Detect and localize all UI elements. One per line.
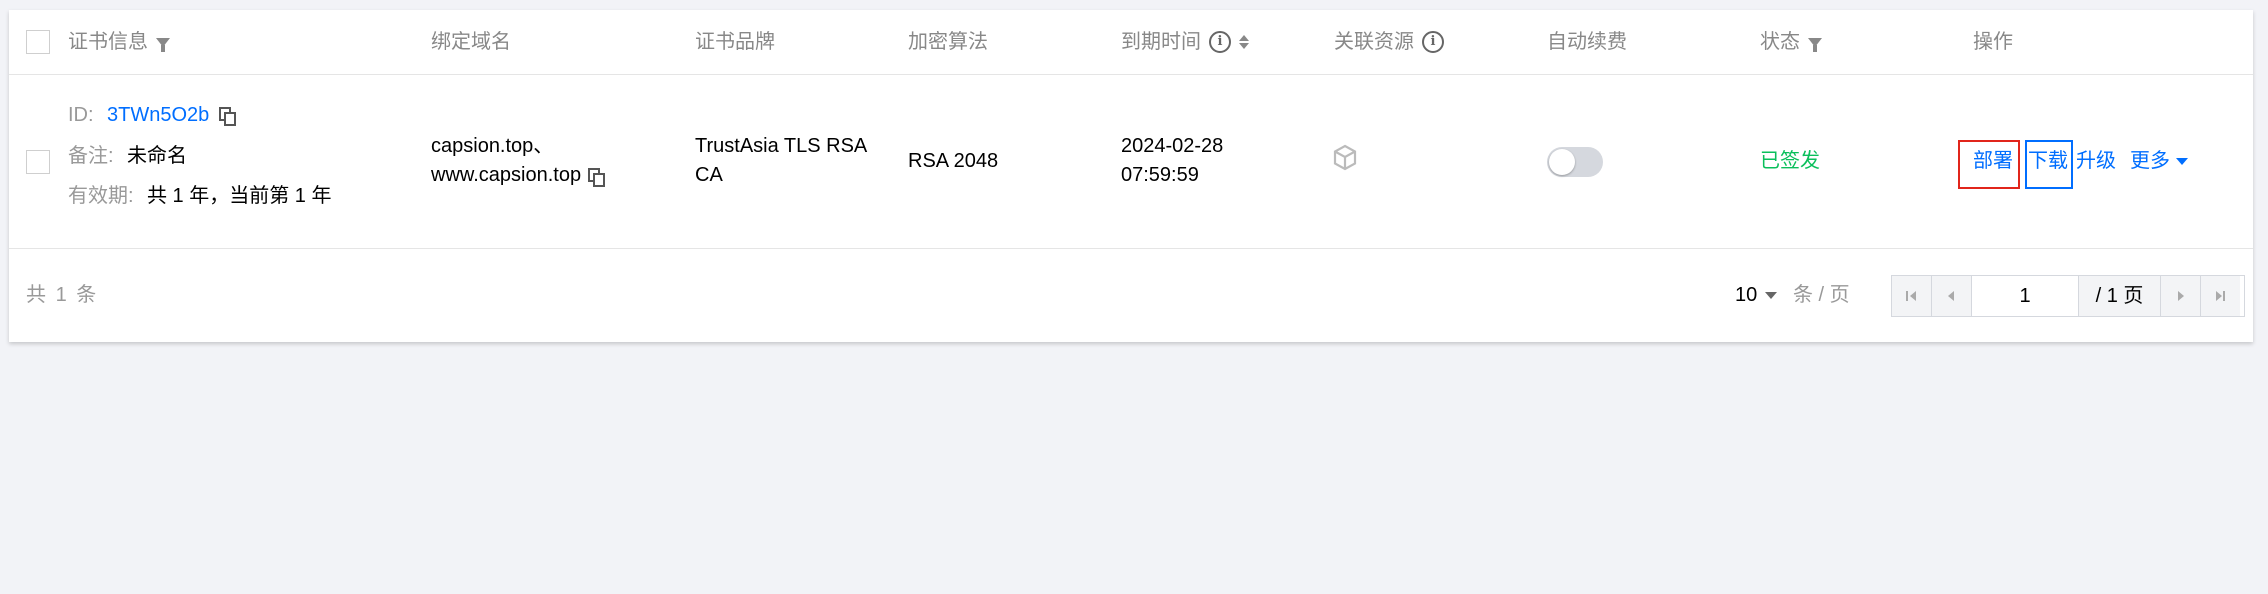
chevron-right-icon [2178,291,2184,301]
last-page-button[interactable] [2200,276,2240,316]
page-number-input[interactable]: 1 [1972,276,2079,316]
col-domain-label: 绑定域名 [431,31,511,53]
certificate-table-card: 证书信息 绑定域名 证书品牌 加密算法 到期时间 i 关联资源 i 自动续费 状… [9,10,2253,342]
col-domain: 绑定域名 [431,10,511,74]
prev-page-button[interactable] [1932,276,1972,316]
col-brand-label: 证书品牌 [695,31,775,53]
chevron-down-icon [2176,158,2188,165]
more-label: 更多 [2130,150,2170,172]
col-algorithm: 加密算法 [908,10,988,74]
deploy-button[interactable]: 部署 [1973,147,2013,176]
remark-value: 未命名 [127,145,187,167]
more-dropdown[interactable]: 更多 [2130,147,2188,176]
col-brand: 证书品牌 [695,10,775,74]
id-label: ID: [68,104,94,126]
info-icon[interactable]: i [1422,31,1444,53]
select-all-checkbox[interactable] [26,30,50,54]
total-pages: / 1 页 [2079,276,2160,316]
first-page-icon [1906,291,1908,301]
first-page-button[interactable] [1892,276,1932,316]
copy-icon[interactable] [588,168,605,187]
chevron-down-icon [1765,292,1778,299]
table-row: ID: 3TWn5O2b 备注: 未命名 有效期: 共 1 年，当前第 1 年 … [9,75,2253,249]
algorithm-value: RSA 2048 [908,150,999,172]
table-header: 证书信息 绑定域名 证书品牌 加密算法 到期时间 i 关联资源 i 自动续费 状… [9,10,2253,75]
table-footer: 共 1 条 10 条 / 页 1 / 1 页 [9,249,2253,342]
page-size-unit: 条 / 页 [1793,284,1850,306]
col-auto-renew: 自动续费 [1547,10,1627,74]
domain-line-2: www.capsion.top [431,164,582,186]
total-count: 共 1 条 [26,281,96,310]
pagination: 1 / 1 页 [1891,275,2245,317]
col-actions: 操作 [1973,10,2013,74]
col-status: 状态 [1760,10,1822,74]
cube-resource-icon[interactable] [1332,144,1358,172]
copy-icon[interactable] [219,107,236,126]
toggle-knob [1549,149,1575,175]
filter-icon[interactable] [1808,37,1822,52]
col-resources-label: 关联资源 [1334,31,1414,53]
total-number: 1 [55,284,67,306]
download-button[interactable]: 下载 [2028,147,2068,176]
col-cert-info-label: 证书信息 [68,31,148,53]
chevron-left-icon [1948,291,1954,301]
domain-line-1: capsion.top、 [431,135,554,157]
last-page-icon [2216,291,2222,301]
total-suffix: 条 [76,284,97,306]
validity-label: 有效期: [68,185,134,207]
validity-value: 共 1 年，当前第 1 年 [147,185,332,207]
col-status-label: 状态 [1760,31,1800,53]
auto-renew-toggle[interactable] [1547,147,1603,177]
status-badge: 已签发 [1760,150,1820,172]
brand-line-2: CA [695,164,723,186]
next-page-button[interactable] [2160,276,2200,316]
page-size-value: 10 [1735,284,1758,306]
filter-icon[interactable] [156,37,170,52]
col-auto-renew-label: 自动续费 [1547,31,1627,53]
col-resources: 关联资源 i [1334,10,1444,74]
expiry-time: 07:59:59 [1121,164,1199,186]
col-expiry-label: 到期时间 [1121,31,1201,53]
upgrade-button[interactable]: 升级 [2076,147,2116,176]
col-algorithm-label: 加密算法 [908,31,988,53]
cert-id-link[interactable]: 3TWn5O2b [107,101,209,130]
remark-label: 备注: [68,145,114,167]
brand-line-1: TrustAsia TLS RSA [695,135,868,157]
total-prefix: 共 [26,284,46,306]
col-actions-label: 操作 [1973,31,2013,53]
col-expiry: 到期时间 i [1121,10,1249,74]
info-icon[interactable]: i [1209,31,1231,53]
row-checkbox[interactable] [26,150,50,174]
col-cert-info: 证书信息 [68,10,170,74]
sort-icon[interactable] [1239,35,1249,49]
expiry-date: 2024-02-28 [1121,135,1224,157]
page-size-select[interactable]: 10 [1735,281,1778,310]
